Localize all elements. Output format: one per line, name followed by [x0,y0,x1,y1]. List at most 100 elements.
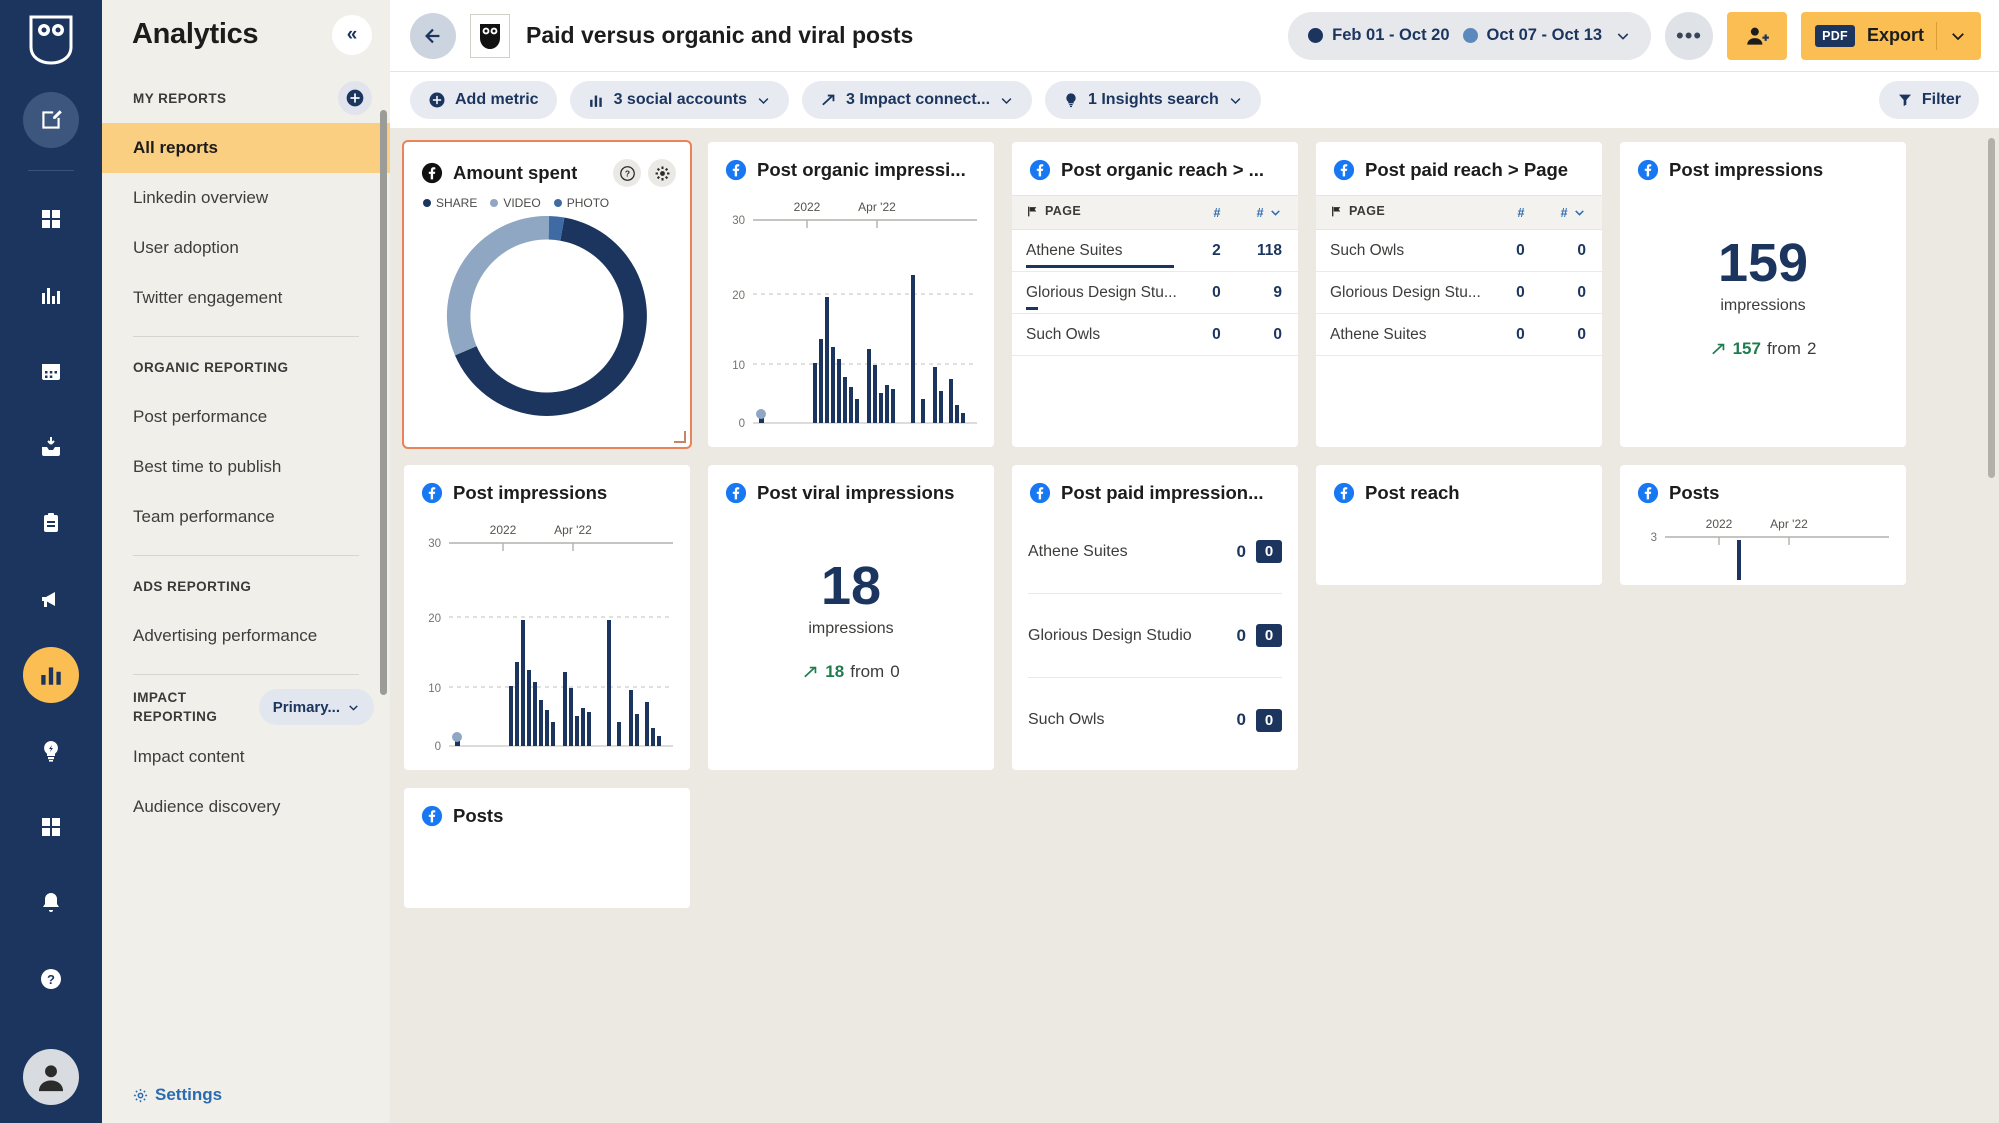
grid-icon [42,210,60,228]
donut-legend: SHARE VIDEO PHOTO [404,187,690,210]
card-title: Post impressions [453,482,608,503]
card-post-impressions-number[interactable]: Post impressions 159 impressions 157 fro… [1620,142,1906,447]
card-tools: ? [613,159,676,187]
rail-item-inbox[interactable] [23,419,79,475]
invite-user-button[interactable] [1727,11,1788,60]
delta-value: 18 [825,662,845,682]
sidebar-item-label: Team performance [133,507,275,526]
sidebar-item-advertising-performance[interactable]: Advertising performance [102,611,390,661]
card-posts-bar[interactable]: Posts 2022 Apr '22 3 [1620,465,1906,585]
filter-button[interactable]: Filter [1878,81,1979,119]
card-post-organic-impressions[interactable]: Post organic impressi... 2022 Apr '22 30… [708,142,994,447]
column-header-page[interactable]: PAGE [1316,195,1499,230]
column-header-metric-1[interactable]: # [1498,195,1541,230]
column-header-metric-1[interactable]: # [1194,195,1237,230]
more-options-button[interactable]: ••• [1665,11,1714,60]
sidebar-item-linkedin-overview[interactable]: Linkedin overview [102,173,390,223]
rail-item-planner[interactable] [23,343,79,399]
column-header-page[interactable]: PAGE [1012,195,1195,230]
rail-item-apps[interactable] [23,799,79,855]
filter-label: Filter [1921,91,1961,108]
list-item[interactable]: Such Owls 0 0 [1028,678,1282,762]
sidebar-item-post-performance[interactable]: Post performance [102,392,390,442]
table-row[interactable]: Glorious Design Stu... 0 0 [1316,271,1602,314]
add-report-button[interactable] [338,81,372,115]
sidebar-item-audience-discovery[interactable]: Audience discovery [102,782,390,832]
social-accounts-filter[interactable]: 3 social accounts [569,81,789,119]
list-item[interactable]: Glorious Design Studio 0 0 [1028,594,1282,678]
y-tick-0: 0 [435,741,441,750]
card-header: Posts [404,788,690,827]
facebook-icon [421,482,443,504]
chevron-down-icon[interactable] [1949,27,1967,45]
help-icon[interactable]: ? [613,159,641,187]
sidebar-item-label: Audience discovery [133,797,281,816]
flag-icon [1028,206,1037,217]
sidebar-item-impact-content[interactable]: Impact content [102,732,390,782]
card-post-paid-reach-page[interactable]: Post paid reach > Page PAGE # # Such Owl… [1316,142,1602,447]
sidebar-item-best-time-to-publish[interactable]: Best time to publish [102,442,390,492]
impact-connections-label: 3 Impact connect... [845,91,991,108]
cell-page: Such Owls [1316,229,1499,272]
user-avatar[interactable] [23,1049,79,1105]
section-label: ADS REPORTING [133,578,252,594]
rail-item-content[interactable] [23,495,79,551]
chevron-down-icon [1617,32,1629,40]
metric-value: 159 [1717,232,1809,293]
rail-item-help[interactable]: ? [23,951,79,1007]
card-resize-handle[interactable] [674,431,686,443]
rail-item-streams[interactable] [23,191,79,247]
sidebar-item-team-performance[interactable]: Team performance [102,492,390,542]
column-header-metric-2[interactable]: # [1236,195,1298,230]
card-header: Post impressions [404,465,690,504]
card-post-paid-impressions[interactable]: Post paid impression... Athene Suites 0 … [1012,465,1298,770]
sidebar-section-my-reports: MY REPORTS [102,81,390,115]
trend-up-icon [822,94,835,105]
table-row[interactable]: Glorious Design Stu... 0 9 [1012,271,1298,314]
sidebar-collapse-button[interactable]: « [332,15,372,55]
rail-item-compose[interactable] [23,92,79,148]
facebook-icon [725,482,747,504]
metric-value: 18 [820,555,882,616]
column-header-metric-2[interactable]: # [1540,195,1602,230]
board-scrollbar[interactable] [1988,138,1995,478]
table-row[interactable]: Such Owls 0 0 [1316,229,1602,272]
rail-item-analytics[interactable] [23,647,79,703]
rail-item-ideas[interactable] [23,723,79,779]
svg-text:?: ? [47,972,55,987]
card-title: Post impressions [1669,159,1824,180]
impact-connections-filter[interactable]: 3 Impact connect... [801,81,1033,119]
impact-org-selector[interactable]: Primary... [258,689,374,725]
sidebar-item-twitter-engagement[interactable]: Twitter engagement [102,273,390,323]
export-button[interactable]: PDF Export [1801,11,1981,60]
list-item[interactable]: Athene Suites 0 0 [1028,510,1282,594]
card-title: Post paid reach > Page [1365,159,1569,180]
rail-item-advertise[interactable] [23,571,79,627]
card-post-organic-reach-page[interactable]: Post organic reach > ... PAGE # # Athene… [1012,142,1298,447]
card-post-impressions-bar[interactable]: Post impressions 2022 Apr '22 30 20 10 0 [404,465,690,770]
sidebar-item-all-reports[interactable]: All reports [102,123,390,173]
question-icon: ? [41,969,61,989]
gear-icon[interactable] [648,159,676,187]
card-amount-spent[interactable]: Amount spent ? SHARE VIDEO PHOTO [402,140,692,449]
card-header: Post organic impressi... [708,142,994,181]
date-range-selector[interactable]: Feb 01 - Oct 20 Oct 07 - Oct 13 [1288,11,1652,60]
card-post-reach[interactable]: Post reach [1316,465,1602,585]
card-posts-empty[interactable]: Posts [404,788,690,908]
insights-search-filter[interactable]: 1 Insights search [1045,81,1261,119]
sidebar-item-user-adoption[interactable]: User adoption [102,223,390,273]
card-post-viral-impressions[interactable]: Post viral impressions 18 impressions 18… [708,465,994,770]
rail-item-insights[interactable] [23,267,79,323]
back-button[interactable] [410,12,456,59]
sidebar-scrollbar[interactable] [380,110,387,695]
legend-item: SHARE [423,196,477,210]
sidebar-settings-link[interactable]: Settings [133,1085,222,1105]
table-row[interactable]: Such Owls 0 0 [1012,313,1298,356]
table-row[interactable]: Athene Suites 0 0 [1316,313,1602,356]
top-axis-tick: Apr '22 [1770,517,1808,531]
metric-delta: 18 from 0 [802,662,900,682]
table-header-row: PAGE # # [1316,195,1602,230]
add-metric-button[interactable]: Add metric [410,81,557,119]
card-title: Post organic impressi... [757,159,966,180]
rail-item-notifications[interactable] [23,875,79,931]
